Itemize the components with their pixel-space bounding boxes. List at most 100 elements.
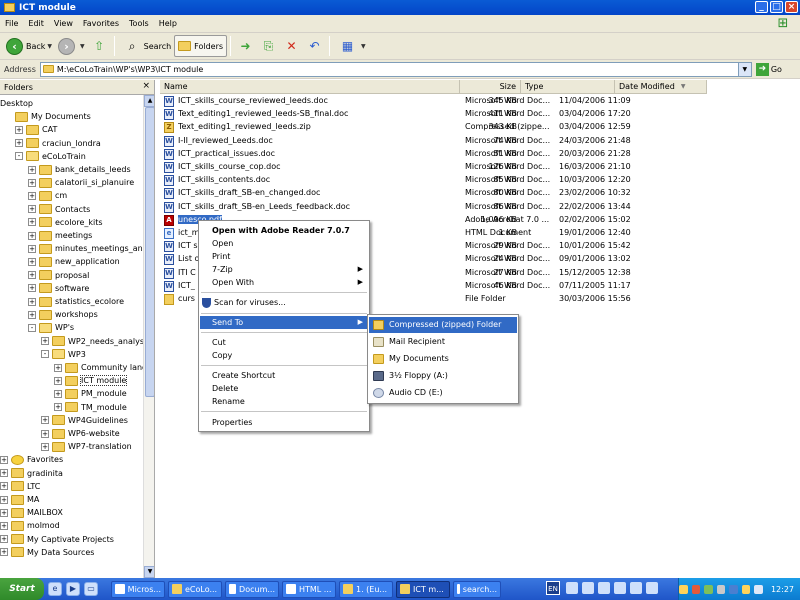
tree-item[interactable]: + WP4Guidelines <box>41 414 128 427</box>
expand-icon[interactable]: + <box>15 125 23 134</box>
tree-item[interactable]: + CAT <box>15 123 57 136</box>
tray-icon[interactable] <box>679 584 688 594</box>
maximize-button[interactable]: □ <box>770 1 783 13</box>
expand-icon[interactable]: + <box>54 403 62 412</box>
menu-scan-for-viruses[interactable]: Scan for viruses... <box>200 296 368 309</box>
address-input[interactable]: M:\eCoLoTrain\WP's\WP3\ICT module ▼ <box>39 61 752 77</box>
sendto-mail-recipient[interactable]: Mail Recipient <box>369 334 517 350</box>
menu-copy[interactable]: Copy <box>200 349 368 362</box>
expand-icon[interactable]: + <box>0 521 8 530</box>
tree-item[interactable]: + calatorii_si_planuire <box>28 176 134 189</box>
tree-item[interactable]: + proposal <box>28 269 89 282</box>
chevron-down-icon[interactable]: ▼ <box>737 62 751 76</box>
file-row[interactable]: W ICT_skills_draft_SB-en_changed.doc 80 KB… <box>160 187 800 200</box>
tree-item[interactable]: + software <box>28 282 89 295</box>
expand-icon[interactable]: + <box>0 469 8 478</box>
tree-item[interactable]: + MA <box>0 493 39 506</box>
expand-icon[interactable]: + <box>41 416 49 425</box>
up-folder-icon[interactable]: ⇧ <box>91 38 108 55</box>
collapse-icon[interactable]: - <box>15 152 23 161</box>
tree-item[interactable]: + WP7-translation <box>41 440 132 453</box>
expand-icon[interactable]: + <box>54 376 62 385</box>
tree-item[interactable]: + molmod <box>0 519 60 532</box>
tree-item[interactable]: + gradinita <box>0 467 63 480</box>
menu-open[interactable]: Open <box>200 237 368 250</box>
taskbar-button-docum[interactable]: Docum... <box>225 580 279 598</box>
tray-icon[interactable] <box>704 584 713 594</box>
tree-item[interactable]: + My Captivate Projects <box>0 533 114 546</box>
expand-icon[interactable]: + <box>28 178 36 187</box>
minimize-button[interactable]: _ <box>755 1 768 13</box>
sendto-floppy[interactable]: 3½ Floppy (A:) <box>369 368 517 384</box>
menu-delete[interactable]: Delete <box>200 382 368 395</box>
copy-to-icon[interactable]: ⎘ <box>260 38 277 55</box>
tree-item[interactable]: + MAILBOX <box>0 506 63 519</box>
tray-icon[interactable] <box>691 584 701 594</box>
menu-print[interactable]: Print <box>200 250 368 263</box>
close-button[interactable]: × <box>785 1 798 13</box>
language-indicator[interactable]: EN <box>546 581 560 595</box>
column-header-type[interactable]: Type <box>521 80 615 94</box>
menu-rename[interactable]: Rename <box>200 395 368 408</box>
menu-edit[interactable]: Edit <box>23 19 49 28</box>
tree-item[interactable]: + cm <box>28 189 67 202</box>
menu-cut[interactable]: Cut <box>200 336 368 349</box>
expand-icon[interactable]: + <box>41 442 49 451</box>
tray-toolbar-icon[interactable] <box>614 582 626 594</box>
expand-icon[interactable]: + <box>0 508 8 517</box>
forward-button[interactable]: › ▼ <box>55 35 88 57</box>
search-button[interactable]: ⌕ Search <box>118 35 174 57</box>
folders-button[interactable]: Folders <box>174 35 228 57</box>
column-header-name[interactable]: Name <box>160 80 460 94</box>
file-row[interactable]: W ICT_skills_course_cop.doc 126 KB Microsof… <box>160 161 800 174</box>
collapse-icon[interactable]: - <box>28 323 36 332</box>
tree-item[interactable]: Desktop <box>0 97 33 110</box>
tree-item[interactable]: + My Data Sources <box>0 546 94 559</box>
file-row[interactable]: W I-II_reviewed_Leeds.doc 74 KB Microsoft W… <box>160 135 800 148</box>
tree-item[interactable]: + WP6-website <box>41 427 120 440</box>
expand-icon[interactable]: + <box>28 244 36 253</box>
tree-item[interactable]: + Community langua <box>54 361 154 374</box>
tray-toolbar-icon[interactable] <box>646 582 658 594</box>
expand-icon[interactable]: + <box>0 455 8 464</box>
expand-icon[interactable]: + <box>28 284 36 293</box>
tree-item[interactable]: + meetings <box>28 229 92 242</box>
taskbar-button-ecolo[interactable]: eCoLo... <box>168 580 222 598</box>
tray-icon[interactable] <box>741 584 751 594</box>
expand-icon[interactable]: + <box>28 257 36 266</box>
menu-properties[interactable]: Properties <box>200 416 368 429</box>
expand-icon[interactable]: + <box>28 310 36 319</box>
file-row[interactable]: W Text_editing1_reviewed_leeds-SB_final.d… <box>160 108 800 121</box>
tree-item[interactable]: + craciun_londra <box>15 137 101 150</box>
expand-icon[interactable]: + <box>28 205 36 214</box>
collapse-icon[interactable]: - <box>41 350 49 359</box>
close-icon[interactable]: × <box>142 81 150 91</box>
menu-create-shortcut[interactable]: Create Shortcut <box>200 369 368 382</box>
tray-icon[interactable] <box>729 584 738 594</box>
tray-toolbar-icon[interactable] <box>630 582 642 594</box>
tray-toolbar-icon[interactable] <box>566 582 578 594</box>
menu-7zip[interactable]: 7-Zip ▶ <box>200 263 368 276</box>
file-row[interactable]: W ICT_skills_contents.doc 85 KB Microsoft W… <box>160 174 800 187</box>
tree-item[interactable]: + ecolore_kits <box>28 216 103 229</box>
tree-item[interactable]: + workshops <box>28 308 98 321</box>
expand-icon[interactable]: + <box>28 271 36 280</box>
tray-icon[interactable] <box>716 584 726 594</box>
tree-item[interactable]: + statistics_ecolore <box>28 295 124 308</box>
menu-help[interactable]: Help <box>154 19 182 28</box>
show-desktop-icon[interactable]: ▭ <box>84 582 98 596</box>
menu-open-with[interactable]: Open With ▶ <box>200 276 368 289</box>
taskbar-button-micros[interactable]: Micros... <box>111 580 165 598</box>
scroll-thumb[interactable] <box>145 107 154 397</box>
expand-icon[interactable]: + <box>28 218 36 227</box>
tree-item[interactable]: - WP's <box>28 321 74 334</box>
move-to-icon[interactable]: ➜ <box>237 38 254 55</box>
start-button[interactable]: Start <box>0 578 44 600</box>
expand-icon[interactable]: + <box>28 165 36 174</box>
go-button[interactable]: ➜ Go <box>755 62 782 76</box>
expand-icon[interactable]: + <box>28 231 36 240</box>
tree-item[interactable]: - WP3 <box>41 348 86 361</box>
file-row[interactable]: Z Text_editing1_reviewed_leeds.zip 343 KB C… <box>160 121 800 134</box>
expand-icon[interactable]: + <box>54 363 62 372</box>
tree-item[interactable]: + PM_module <box>54 387 127 400</box>
